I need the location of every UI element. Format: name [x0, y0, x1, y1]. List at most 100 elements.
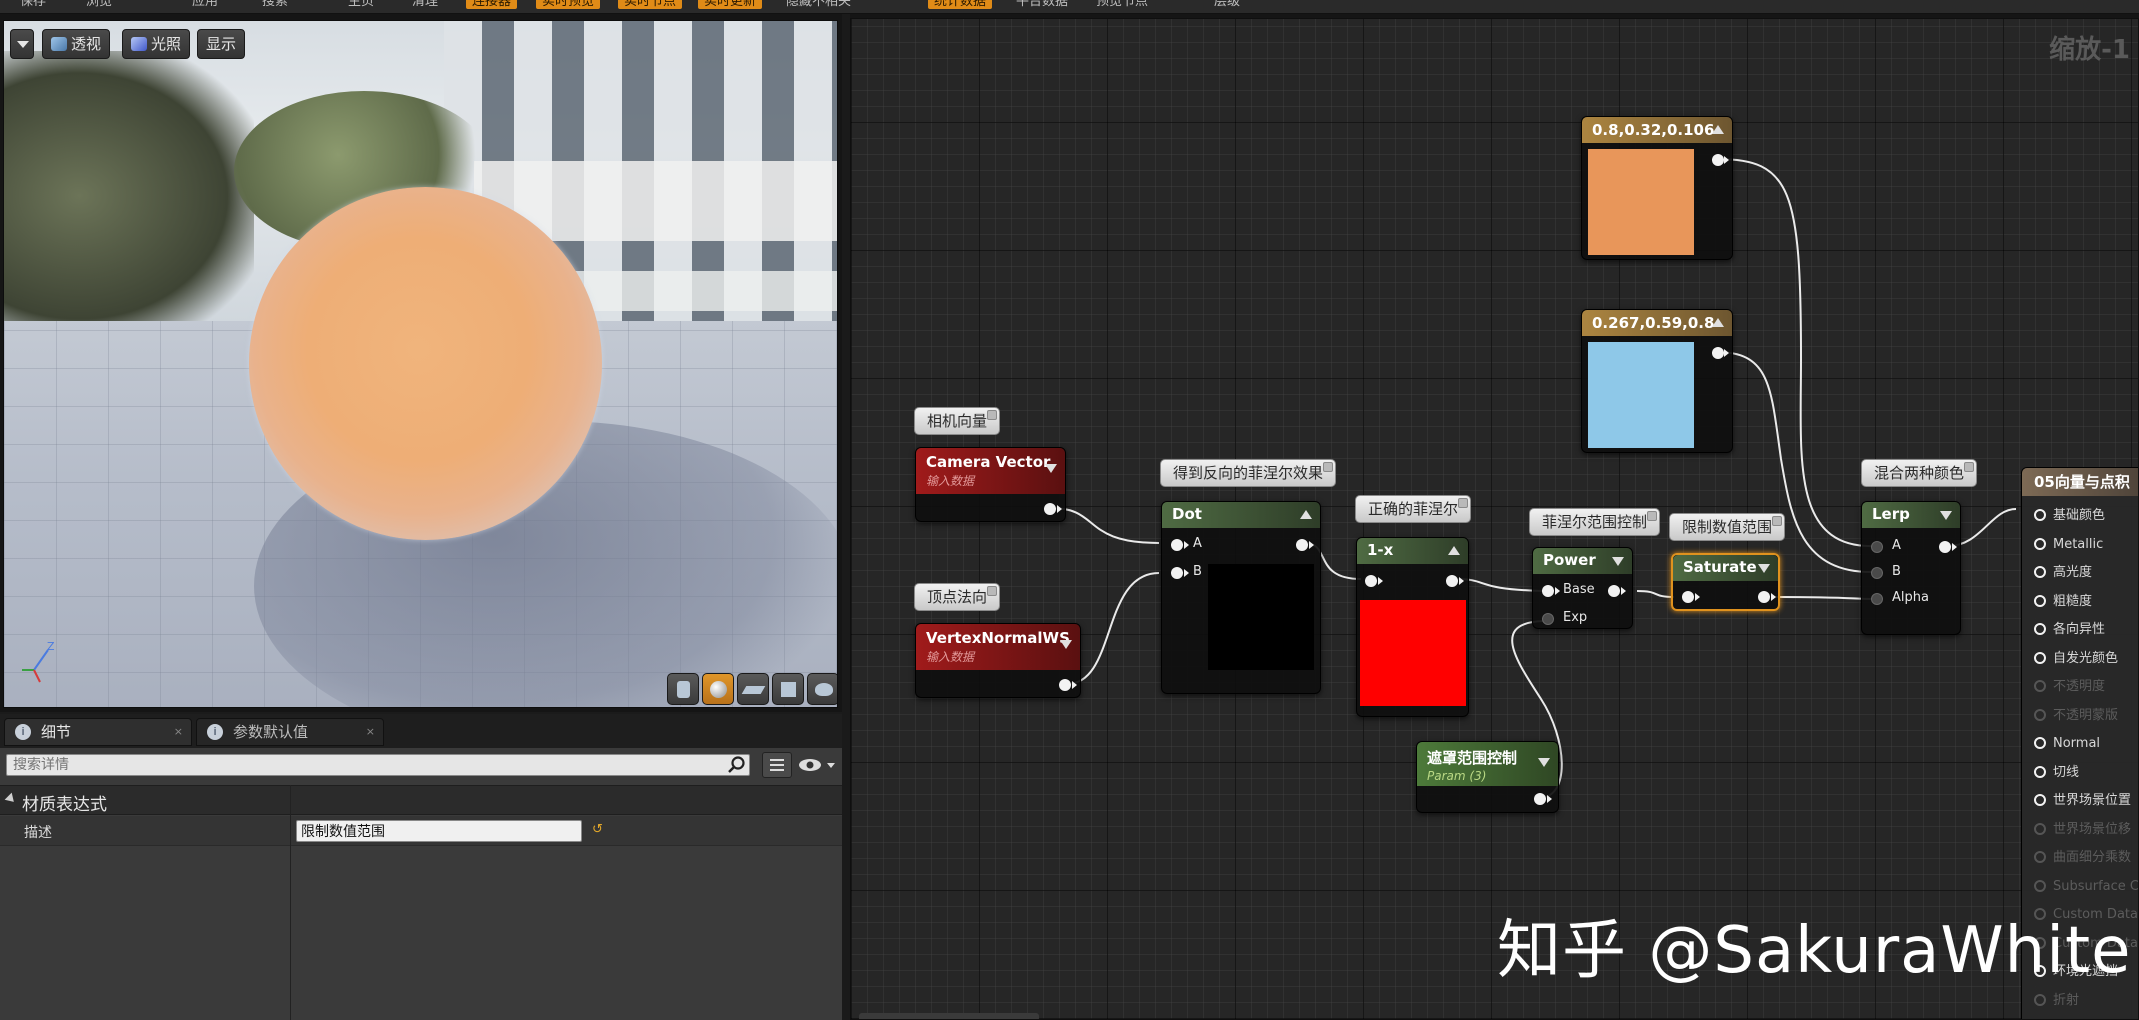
- details-search-input[interactable]: [6, 754, 750, 776]
- toolbar-hierarchy[interactable]: 层级: [1208, 0, 1246, 9]
- result-pin-row[interactable]: 折射: [2034, 991, 2079, 1011]
- node-power-output-pin[interactable]: [1608, 585, 1620, 597]
- toolbar-live-update[interactable]: 实时更新: [698, 0, 763, 9]
- property-splitter[interactable]: [290, 785, 291, 1020]
- result-input-pin[interactable]: [2034, 623, 2046, 635]
- node-power-input-exp[interactable]: [1542, 613, 1554, 625]
- node-saturate-input[interactable]: [1682, 591, 1694, 603]
- collapse-up-icon[interactable]: [1300, 510, 1312, 519]
- result-pin-row[interactable]: 不透明度: [2034, 677, 2105, 697]
- tab-close-icon[interactable]: ×: [366, 719, 375, 745]
- node-normal-output-pin[interactable]: [1059, 679, 1071, 691]
- node-dot-output-pin[interactable]: [1296, 539, 1308, 551]
- show-button[interactable]: 显示: [197, 29, 246, 59]
- result-pin-row[interactable]: 世界场景位置: [2034, 791, 2131, 811]
- node-dot-input-a[interactable]: [1171, 539, 1183, 551]
- node-dot[interactable]: Dot A B: [1161, 501, 1321, 694]
- graph-scrollbar[interactable]: [859, 1013, 1039, 1019]
- lit-button[interactable]: 光照: [122, 29, 191, 59]
- result-pin-row[interactable]: 自发光颜色: [2034, 649, 2118, 669]
- collapse-down-icon[interactable]: [1538, 758, 1550, 767]
- result-pin-row[interactable]: 不透明蒙版: [2034, 706, 2118, 726]
- collapse-up-icon[interactable]: [1712, 125, 1724, 134]
- comment-dot[interactable]: 得到反向的菲涅尔效果: [1160, 459, 1337, 487]
- search-icon[interactable]: [726, 755, 748, 775]
- eye-icon[interactable]: [796, 752, 838, 778]
- preview-cube-button[interactable]: [772, 673, 804, 705]
- preview-mesh-button[interactable]: [807, 673, 837, 705]
- collapse-down-icon[interactable]: [1060, 640, 1072, 649]
- collapse-up-icon[interactable]: [1448, 546, 1460, 555]
- collapse-arrow-icon[interactable]: [4, 792, 18, 806]
- toolbar-connectors[interactable]: 连接器: [466, 0, 518, 9]
- toolbar-clean[interactable]: 清理: [406, 0, 444, 9]
- comment-normal[interactable]: 顶点法向: [914, 583, 1001, 611]
- node-one-minus[interactable]: 1-x: [1356, 537, 1469, 717]
- result-pin-row[interactable]: 粗糙度: [2034, 592, 2092, 612]
- result-pin-row[interactable]: Normal: [2034, 734, 2100, 754]
- perspective-button[interactable]: 透视: [42, 29, 111, 59]
- preview-viewport[interactable]: 透视 光照 显示 Z: [3, 20, 838, 708]
- result-input-pin[interactable]: [2034, 737, 2046, 749]
- comment-power[interactable]: 菲涅尔范围控制: [1529, 508, 1661, 536]
- node-constant3-blue[interactable]: 0.267,0.59,0.8: [1581, 309, 1733, 453]
- toolbar-apply[interactable]: 应用: [186, 0, 224, 9]
- result-input-pin[interactable]: [2034, 822, 2046, 835]
- collapse-down-icon[interactable]: [1940, 511, 1952, 520]
- result-input-pin[interactable]: [2034, 509, 2046, 521]
- toolbar-browse[interactable]: 浏览: [80, 0, 118, 9]
- category-material-expression[interactable]: 材质表达式: [0, 785, 842, 815]
- result-input-pin[interactable]: [2034, 794, 2046, 806]
- node-color2-output-pin[interactable]: [1712, 347, 1724, 359]
- node-camera-vector[interactable]: Camera Vector 输入数据: [915, 447, 1066, 522]
- comment-oneminus[interactable]: 正确的菲涅尔: [1355, 495, 1472, 523]
- comment-saturate[interactable]: 限制数值范围: [1669, 513, 1786, 541]
- toolbar-preview-nodes[interactable]: 预览节点: [1090, 0, 1154, 9]
- toolbar-live-nodes[interactable]: 实时节点: [618, 0, 683, 9]
- toolbar-live-preview[interactable]: 实时预览: [536, 0, 601, 9]
- node-lerp[interactable]: Lerp A B Alpha: [1861, 501, 1961, 635]
- viewport-options-button[interactable]: [10, 29, 34, 59]
- node-param-output-pin[interactable]: [1534, 793, 1546, 805]
- node-saturate[interactable]: Saturate: [1671, 553, 1780, 611]
- comment-camera[interactable]: 相机向量: [914, 407, 1001, 435]
- node-oneminus-input[interactable]: [1365, 575, 1377, 587]
- result-pin-row[interactable]: Subsurface C: [2034, 877, 2138, 897]
- node-saturate-output-pin[interactable]: [1758, 591, 1770, 603]
- result-input-pin[interactable]: [2034, 765, 2046, 778]
- tab-details[interactable]: i 细节 ×: [4, 718, 192, 746]
- tab-close-icon[interactable]: ×: [174, 719, 183, 745]
- node-camera-output-pin[interactable]: [1044, 503, 1056, 515]
- node-lerp-input-alpha[interactable]: [1871, 593, 1883, 605]
- result-pin-row[interactable]: 基础颜色: [2034, 506, 2105, 526]
- result-pin-row[interactable]: Metallic: [2034, 535, 2103, 555]
- result-input-pin[interactable]: [2034, 993, 2046, 1006]
- node-constant3-orange[interactable]: 0.8,0.32,0.106: [1581, 116, 1733, 260]
- node-color1-output-pin[interactable]: [1712, 154, 1724, 166]
- result-input-pin[interactable]: [2034, 851, 2046, 863]
- node-power[interactable]: Power Base Exp: [1532, 547, 1633, 629]
- description-input[interactable]: [296, 820, 582, 842]
- result-input-pin[interactable]: [2034, 680, 2046, 692]
- toolbar-hide-unrelated[interactable]: 隐藏不相关: [780, 0, 857, 9]
- view-options-button[interactable]: [762, 752, 792, 778]
- preview-sphere-button[interactable]: [702, 673, 734, 705]
- node-dot-input-b[interactable]: [1171, 567, 1183, 579]
- panel-splitter[interactable]: [842, 14, 850, 1020]
- node-lerp-input-a[interactable]: [1871, 541, 1883, 553]
- tab-parameter-defaults[interactable]: i 参数默认值 ×: [196, 718, 384, 746]
- result-input-pin[interactable]: [2034, 879, 2046, 892]
- node-lerp-input-b[interactable]: [1871, 567, 1883, 579]
- result-input-pin[interactable]: [2034, 537, 2046, 550]
- toolbar-save[interactable]: 保存: [14, 0, 52, 9]
- result-pin-row[interactable]: 切线: [2034, 763, 2079, 783]
- result-input-pin[interactable]: [2034, 566, 2046, 578]
- toolbar-platform-stats[interactable]: 平台数据: [1010, 0, 1074, 9]
- collapse-down-icon[interactable]: [1045, 464, 1057, 473]
- reset-to-default-icon[interactable]: ↺: [592, 822, 604, 837]
- collapse-down-icon[interactable]: [1612, 557, 1624, 566]
- result-input-pin[interactable]: [2034, 594, 2046, 607]
- node-oneminus-output-pin[interactable]: [1446, 575, 1458, 587]
- comment-lerp[interactable]: 混合两种颜色: [1861, 459, 1978, 487]
- collapse-up-icon[interactable]: [1712, 318, 1724, 327]
